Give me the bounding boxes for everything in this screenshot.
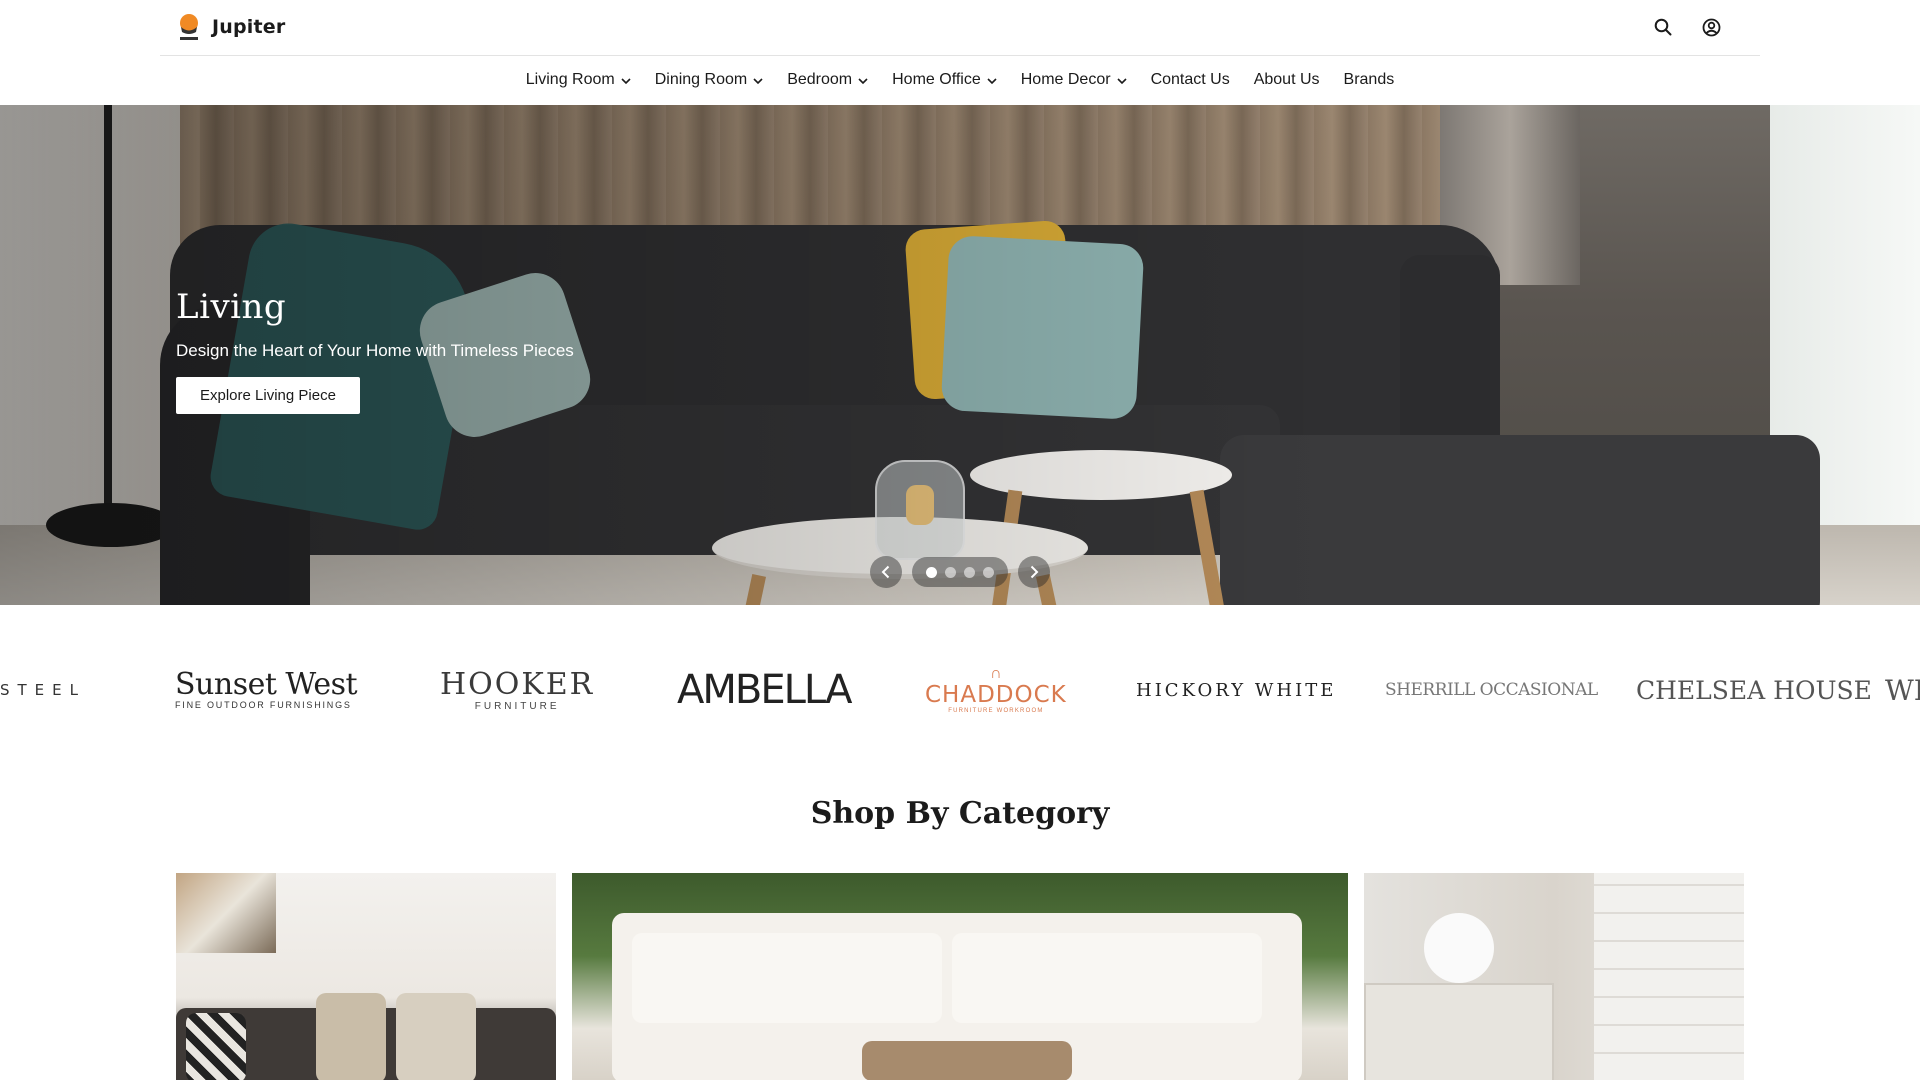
brand-logo-partial[interactable]: WI: [1885, 662, 1920, 718]
nav-living-room[interactable]: Living Room: [514, 56, 643, 104]
nav-label: Home Decor: [1020, 71, 1111, 88]
brand-logo-hooker[interactable]: HOOKER FURNITURE: [440, 662, 594, 718]
category-image-cushion: [952, 933, 1262, 1023]
category-image-tray: [862, 1041, 1072, 1080]
category-image-pillow: [316, 993, 386, 1080]
nav-label: Bedroom: [787, 71, 853, 88]
main-nav: Living Room Dining Room Bedroom Home Off…: [0, 56, 1920, 104]
nav-label: Dining Room: [654, 71, 748, 88]
hero-subtitle: Design the Heart of Your Home with Timel…: [176, 341, 574, 360]
category-image-flowers: [1424, 913, 1494, 983]
chevron-down-icon: [621, 77, 631, 84]
jupiter-logo-icon: [176, 12, 202, 42]
nav-home-office[interactable]: Home Office: [880, 56, 1009, 104]
explore-living-button[interactable]: Explore Living Piece: [176, 377, 360, 414]
chaddock-mark-icon: ∩: [990, 665, 1002, 682]
category-image-art: [176, 873, 276, 953]
category-image-cushion: [632, 933, 942, 1023]
brand-name: HOOKER: [440, 666, 595, 702]
nav-brands[interactable]: Brands: [1332, 56, 1407, 104]
brand-tagline: FINE OUTDOOR FURNISHINGS: [175, 700, 352, 710]
brand-name: CHADDOCK: [925, 682, 1067, 708]
account-icon[interactable]: [1700, 16, 1722, 38]
hero-content: Living Design the Heart of Your Home wit…: [176, 287, 574, 414]
section-title: Shop By Category: [810, 796, 1110, 831]
chevron-down-icon: [1116, 77, 1127, 84]
category-image-pillow: [396, 993, 476, 1080]
prev-slide-button[interactable]: [870, 556, 902, 588]
brand-logo-chelsea-house[interactable]: CHELSEA HOUSE: [1636, 662, 1872, 718]
nav-home-decor[interactable]: Home Decor: [1009, 56, 1139, 104]
slide-dots: [912, 557, 1008, 587]
nav-about-us[interactable]: About Us: [1242, 56, 1332, 104]
slide-dot-2[interactable]: [945, 566, 956, 578]
brand-logo-sunset-west[interactable]: Sunset West FINE OUTDOOR FURNISHINGS: [175, 662, 358, 718]
slide-dot-3[interactable]: [964, 566, 975, 578]
chevron-right-icon: [1030, 565, 1039, 579]
category-image-nightstand: [1364, 983, 1554, 1080]
slide-dot-4[interactable]: [983, 566, 994, 578]
brand-logo-hickory-white[interactable]: HICKORY WHITE: [1136, 662, 1336, 718]
category-image-headboard: [1594, 873, 1744, 1080]
next-slide-button[interactable]: [1018, 556, 1050, 588]
nav-bedroom[interactable]: Bedroom: [775, 56, 880, 104]
category-card-outdoor[interactable]: [572, 873, 1348, 1080]
hero-slider: Living Design the Heart of Your Home wit…: [0, 105, 1920, 605]
slider-controls: [870, 555, 1050, 589]
nav-dining-room[interactable]: Dining Room: [643, 56, 775, 104]
brand-logo-chaddock[interactable]: ∩ CHADDOCK FURNITURE WORKROOM: [925, 662, 1067, 718]
brands-carousel: STEEL Sunset West FINE OUTDOOR FURNISHIN…: [0, 640, 1920, 736]
chevron-left-icon: [881, 565, 890, 579]
brand-tagline: FURNITURE WORKROOM: [948, 708, 1044, 714]
category-card-bedroom[interactable]: [1364, 873, 1744, 1080]
brand-logo[interactable]: Jupiter: [176, 12, 285, 42]
chevron-down-icon: [753, 77, 763, 84]
brand-logo-sherrill[interactable]: SHERRILL OCCASIONAL: [1385, 662, 1598, 718]
brand-logo-steel[interactable]: STEEL: [0, 662, 86, 718]
nav-contact-us[interactable]: Contact Us: [1139, 56, 1242, 104]
brand-logo-ambella[interactable]: AMBELLA: [677, 662, 852, 718]
nav-label: Living Room: [525, 71, 615, 88]
nav-label: Contact Us: [1150, 71, 1230, 88]
brand-tagline: FURNITURE: [474, 700, 560, 712]
brand-name: Jupiter: [212, 16, 286, 38]
top-header: Jupiter: [160, 0, 1760, 56]
hero-title: Living: [176, 287, 287, 327]
nav-label: Brands: [1343, 71, 1395, 88]
nav-label: About Us: [1253, 71, 1320, 88]
category-image-pillow: [186, 1013, 246, 1080]
nav-label: Home Office: [892, 71, 981, 88]
chevron-down-icon: [858, 77, 868, 84]
search-icon[interactable]: [1652, 16, 1674, 38]
brand-name: Sunset West: [175, 667, 358, 702]
slide-dot-1[interactable]: [926, 566, 937, 578]
chevron-down-icon: [987, 77, 997, 84]
category-card-living[interactable]: [176, 873, 556, 1080]
